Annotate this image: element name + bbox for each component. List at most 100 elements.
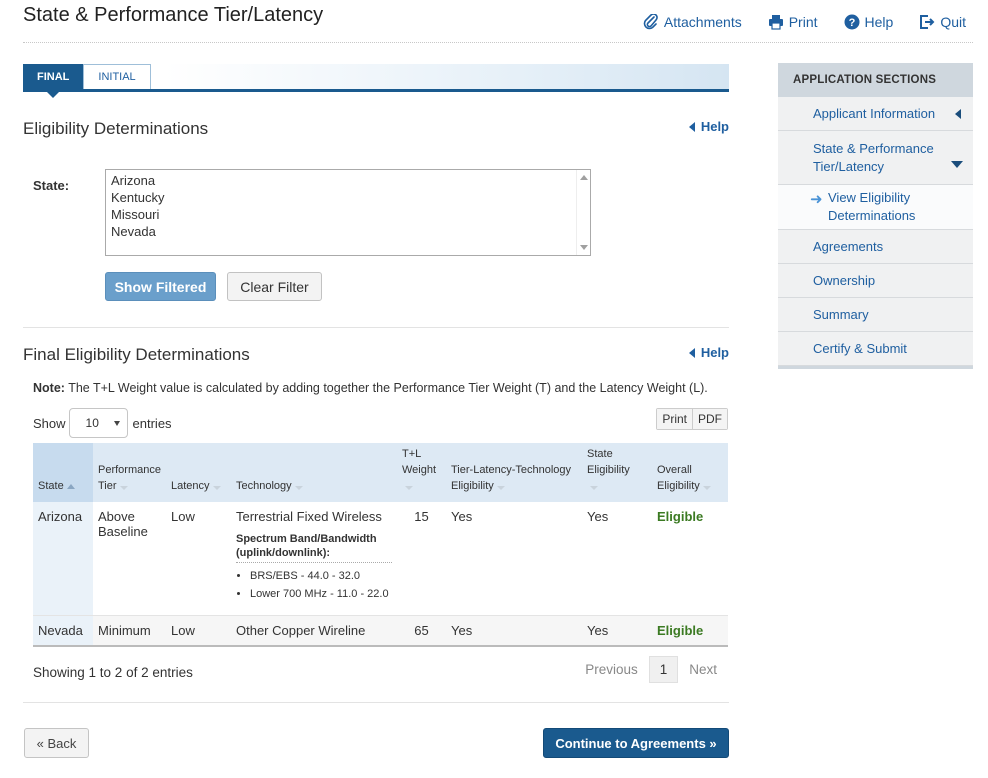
final-help-link[interactable]: Help bbox=[688, 345, 729, 360]
cell-state-eligibility: Yes bbox=[582, 615, 652, 647]
weight-note: Note: The T+L Weight value is calculated… bbox=[33, 381, 708, 395]
sort-asc-icon bbox=[66, 483, 75, 489]
entries-control: Show 10 entries bbox=[33, 408, 172, 438]
quit-label: Quit bbox=[940, 14, 966, 30]
header-label: Eligibility bbox=[587, 464, 630, 476]
tab-initial[interactable]: INITIAL bbox=[83, 64, 151, 89]
printer-icon bbox=[768, 15, 783, 30]
state-option[interactable]: Arizona bbox=[111, 172, 585, 189]
help-link-top[interactable]: ? Help bbox=[844, 14, 894, 30]
help-label-top: Help bbox=[864, 14, 894, 30]
sort-icon bbox=[405, 486, 413, 491]
caret-down-icon bbox=[951, 161, 963, 168]
footer-divider bbox=[23, 702, 729, 703]
col-header-tlt-eligibility[interactable]: Tier-Latency-Technology Eligibility bbox=[446, 443, 582, 502]
header-label: Tier bbox=[98, 480, 117, 492]
arrow-right-icon: ➜ bbox=[810, 191, 823, 208]
col-header-weight[interactable]: T+L Weight bbox=[397, 443, 446, 502]
spectrum-header: Spectrum Band/Bandwidth (uplink/downlink)… bbox=[236, 532, 392, 563]
paperclip-icon bbox=[643, 14, 658, 30]
col-header-technology[interactable]: Technology bbox=[231, 443, 397, 502]
sort-icon bbox=[212, 486, 221, 491]
state-option[interactable]: Missouri bbox=[111, 206, 585, 223]
attachments-link[interactable]: Attachments bbox=[643, 14, 742, 30]
exit-icon bbox=[920, 15, 935, 29]
eligibility-help-link[interactable]: Help bbox=[688, 119, 729, 134]
sort-icon bbox=[119, 486, 128, 491]
help-label: Help bbox=[700, 345, 729, 360]
final-heading: Final Eligibility Determinations bbox=[23, 345, 250, 364]
header-label: Tier-Latency-Technology bbox=[451, 464, 572, 476]
sidebar-item-summary[interactable]: Summary bbox=[778, 298, 973, 332]
state-option[interactable]: Nevada bbox=[111, 223, 585, 240]
sidebar-item-agreements[interactable]: Agreements bbox=[778, 230, 973, 264]
cell-text: Baseline bbox=[98, 524, 148, 539]
sidebar-item-certify-submit[interactable]: Certify & Submit bbox=[778, 332, 973, 366]
cell-weight: 65 bbox=[397, 615, 446, 647]
show-filtered-button[interactable]: Show Filtered bbox=[105, 272, 216, 301]
scroll-up-icon[interactable] bbox=[580, 175, 588, 180]
chevron-down-icon bbox=[113, 420, 120, 426]
sidebar-item-ownership[interactable]: Ownership bbox=[778, 264, 973, 298]
left-arrow-icon bbox=[688, 121, 695, 132]
pdf-button[interactable]: PDF bbox=[692, 409, 727, 429]
table-row: Nevada Minimum Low Other Copper Wireline… bbox=[33, 615, 728, 647]
entries-select[interactable]: 10 bbox=[68, 408, 128, 438]
header-label: State bbox=[587, 448, 613, 460]
show-label: Show bbox=[33, 415, 66, 431]
cell-tier: Minimum bbox=[93, 615, 166, 647]
state-option[interactable]: Kentucky bbox=[111, 189, 585, 206]
note-text: The T+L Weight value is calculated by ad… bbox=[68, 381, 708, 395]
print-link[interactable]: Print bbox=[768, 14, 818, 30]
header-label: Performance bbox=[98, 464, 161, 476]
table-row: Arizona Above Baseline Low Terrestrial Fi… bbox=[33, 502, 728, 616]
sidebar-title: APPLICATION SECTIONS bbox=[778, 63, 973, 97]
cell-latency: Low bbox=[166, 502, 231, 616]
caret-left-icon bbox=[955, 109, 961, 119]
cell-tlt-eligibility: Yes bbox=[446, 502, 582, 616]
sidebar-item-label: Certify & Submit bbox=[813, 341, 907, 356]
back-button[interactable]: « Back bbox=[24, 728, 89, 758]
previous-page-button[interactable]: Previous bbox=[574, 656, 649, 683]
state-multiselect[interactable]: Arizona Kentucky Missouri Nevada bbox=[105, 169, 591, 256]
cell-technology: Terrestrial Fixed Wireless Spectrum Band… bbox=[231, 502, 397, 616]
header-label: State bbox=[38, 480, 64, 492]
attachments-label: Attachments bbox=[663, 14, 742, 30]
left-arrow-icon bbox=[688, 347, 695, 358]
cell-state-eligibility: Yes bbox=[582, 502, 652, 616]
col-header-state-eligibility[interactable]: State Eligibility bbox=[582, 443, 652, 502]
eligibility-table: State Performance Tier Latency Technology… bbox=[33, 443, 728, 647]
sidebar-item-applicant-information[interactable]: Applicant Information bbox=[778, 97, 973, 131]
sidebar-item-state-performance[interactable]: State & Performance Tier/Latency bbox=[778, 131, 973, 185]
print-table-button[interactable]: Print bbox=[657, 409, 692, 429]
cell-latency: Low bbox=[166, 615, 231, 647]
note-label: Note: bbox=[33, 381, 65, 395]
export-buttons: Print PDF bbox=[656, 408, 728, 430]
cell-state: Arizona bbox=[33, 502, 93, 616]
spectrum-item: BRS/EBS - 44.0 - 32.0 bbox=[250, 567, 392, 585]
top-links: Attachments Print ? Help Quit bbox=[643, 14, 966, 30]
cell-weight: 15 bbox=[397, 502, 446, 616]
page-1-button[interactable]: 1 bbox=[648, 656, 679, 683]
cell-tier: Above Baseline bbox=[93, 502, 166, 616]
page-title: State & Performance Tier/Latency bbox=[23, 4, 324, 26]
spectrum-header-line: (uplink/downlink): bbox=[236, 547, 331, 559]
col-header-state[interactable]: State bbox=[33, 443, 93, 502]
entries-label: entries bbox=[132, 415, 172, 431]
sidebar-item-label: Agreements bbox=[813, 239, 884, 254]
quit-link[interactable]: Quit bbox=[919, 14, 966, 30]
clear-filter-button[interactable]: Clear Filter bbox=[227, 272, 322, 301]
next-page-button[interactable]: Next bbox=[678, 656, 728, 683]
technology-name: Terrestrial Fixed Wireless bbox=[236, 509, 382, 524]
state-list-scrollbar[interactable] bbox=[576, 170, 590, 255]
header-label: Overall bbox=[657, 464, 692, 476]
scroll-down-icon[interactable] bbox=[580, 245, 588, 250]
col-header-tier[interactable]: Performance Tier bbox=[93, 443, 166, 502]
sidebar-subitem-view-eligibility[interactable]: ➜ View Eligibility Determinations bbox=[778, 185, 973, 230]
continue-button[interactable]: Continue to Agreements » bbox=[543, 728, 729, 758]
col-header-latency[interactable]: Latency bbox=[166, 443, 231, 502]
cell-technology: Other Copper Wireline bbox=[231, 615, 397, 647]
spectrum-list: BRS/EBS - 44.0 - 32.0 Lower 700 MHz - 11… bbox=[236, 567, 392, 603]
tab-final[interactable]: FINAL bbox=[23, 64, 84, 98]
col-header-overall-eligibility[interactable]: Overall Eligibility bbox=[652, 443, 728, 502]
